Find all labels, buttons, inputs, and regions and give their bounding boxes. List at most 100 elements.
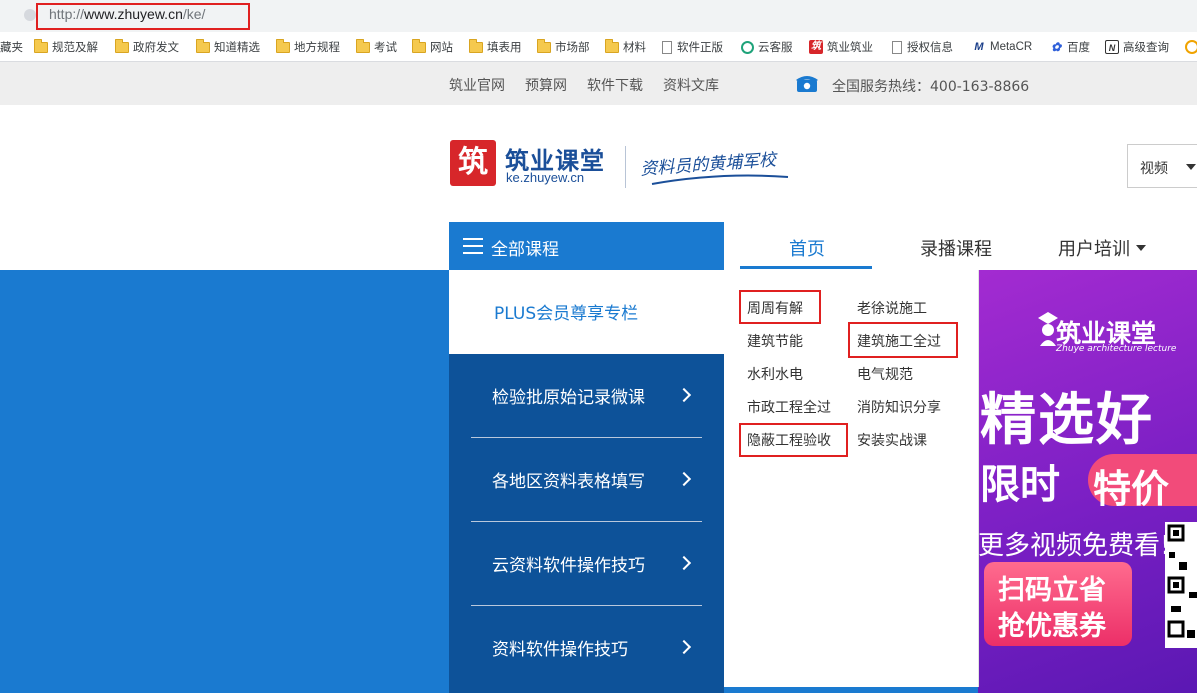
nav-link-download[interactable]: 软件下载 (587, 75, 643, 95)
top-navbar: 筑业官网 预算网 软件下载 资料文库 全国服务热线：400-163-8866 (0, 62, 1197, 105)
bookmark-item[interactable]: 筑筑业筑业 (809, 39, 873, 55)
category-item-label: 各地区资料表格填写 (492, 472, 645, 492)
nav-link-budget[interactable]: 预算网 (525, 75, 567, 95)
bookmark-item[interactable] (1185, 39, 1197, 55)
bookmark-item[interactable]: 云客服 (741, 39, 793, 55)
chevron-right-icon (676, 471, 692, 487)
site-logo-mark[interactable]: 筑 (450, 140, 496, 186)
nav-link-library[interactable]: 资料文库 (663, 75, 719, 95)
folder-icon (356, 38, 370, 53)
query-icon: N (1105, 40, 1119, 54)
url-path: /ke/ (182, 6, 206, 22)
search-type-select[interactable]: 视频 (1127, 144, 1197, 188)
folder-icon (412, 38, 426, 53)
submenu-item[interactable]: 水利水电 (747, 364, 803, 384)
phone-icon (796, 76, 818, 92)
submenu-item[interactable]: 电气规范 (857, 364, 913, 384)
bookmark-item[interactable]: 知道精选 (196, 38, 260, 55)
service-hotline: 全国服务热线：400-163-8866 (832, 79, 1030, 95)
category-list: PLUS会员尊享专栏 检验批原始记录微课 各地区资料表格填写 云资料软件操作技巧… (449, 270, 724, 693)
zhuye-icon: 筑 (809, 40, 823, 54)
folder-icon (537, 38, 551, 53)
ad-coupon-button[interactable]: 扫码立省 抢优惠券 (984, 562, 1132, 646)
tab-recorded-courses[interactable]: 录播课程 (920, 235, 992, 261)
ad-headline: 精选好 (980, 388, 1154, 453)
category-item[interactable]: 云资料软件操作技巧 (471, 522, 702, 606)
category-item[interactable]: 各地区资料表格填写 (471, 438, 702, 522)
chevron-down-icon (1186, 164, 1196, 170)
chrome-icon (1185, 40, 1197, 54)
bookmark-item[interactable]: 软件正版 (662, 39, 723, 55)
folder-icon (196, 38, 210, 53)
all-courses-header[interactable]: 全部课程 (449, 222, 724, 270)
folder-icon (34, 38, 48, 53)
bookmark-item[interactable]: 网站 (412, 38, 453, 55)
bookmark-item[interactable]: 政府发文 (115, 38, 179, 55)
site-logo-domain: ke.zhuyew.cn (506, 170, 585, 185)
folder-icon (276, 38, 290, 53)
bookmark-item[interactable]: 授权信息 (892, 39, 953, 55)
submenu-item[interactable]: 安装实战课 (857, 430, 927, 450)
chevron-right-icon (676, 387, 692, 403)
category-item-label: 资料软件操作技巧 (492, 640, 628, 660)
search-type-value: 视频 (1140, 161, 1168, 177)
course-submenu: 周周有解 建筑节能 水利水电 市政工程全过 隐蔽工程验收 老徐说施工 建筑施工全… (724, 270, 979, 687)
slogan-swoosh (651, 174, 789, 185)
page-icon (662, 40, 672, 54)
category-plus-label: PLUS会员尊享专栏 (494, 304, 639, 324)
ad-headline-price: 特价 (1093, 467, 1170, 511)
bookmark-item[interactable]: M MetaCR (972, 39, 1032, 55)
submenu-item[interactable]: 市政工程全过 (747, 397, 835, 417)
tab-home[interactable]: 首页 (789, 235, 825, 261)
menu-icon (463, 238, 483, 254)
qr-code-icon (1165, 522, 1197, 648)
bookmark-item[interactable]: 填表用 (469, 38, 522, 55)
graduation-cap-icon (1038, 312, 1058, 346)
baidu-icon: ✿ (1049, 40, 1063, 54)
bookmark-item[interactable]: 考试 (356, 38, 397, 55)
submenu-item[interactable]: 消防知识分享 (857, 397, 941, 417)
url-text[interactable]: http://www.zhuyew.cn/ke/ (49, 6, 205, 22)
bookmark-item[interactable]: N 高级查询 (1105, 39, 1169, 55)
logo-divider (625, 146, 626, 188)
ad-brand-sub: Zhuye architecture lecture (1056, 344, 1177, 354)
submenu-item[interactable]: 隐蔽工程验收 (747, 430, 835, 450)
folder-icon (469, 38, 483, 53)
category-item[interactable]: 资料软件操作技巧 (471, 606, 702, 690)
category-item[interactable]: 检验批原始记录微课 (471, 354, 702, 438)
category-item-label: 云资料软件操作技巧 (492, 556, 645, 576)
ad-headline-limited: 限时 (980, 462, 1060, 508)
page-icon (892, 40, 902, 54)
category-item-label: 检验批原始记录微课 (492, 388, 645, 408)
url-scheme: http:// (49, 6, 85, 22)
bookmark-item[interactable]: 市场部 (537, 38, 590, 55)
submenu-item[interactable]: 老徐说施工 (857, 298, 927, 318)
submenu-item[interactable]: 建筑节能 (747, 331, 803, 351)
submenu-item[interactable]: 周周有解 (747, 298, 803, 318)
metacr-icon: M (972, 40, 986, 54)
caret-down-icon (1136, 245, 1146, 251)
chevron-right-icon (676, 639, 692, 655)
site-info-icon[interactable] (24, 9, 36, 21)
tab-active-indicator (740, 266, 872, 269)
url-host: www.zhuyew.cn (84, 6, 183, 22)
submenu-item[interactable]: 建筑施工全过 (857, 331, 945, 351)
address-bar[interactable]: http://www.zhuyew.cn/ke/ (0, 0, 1197, 32)
chevron-right-icon (676, 555, 692, 571)
bookmark-item[interactable]: 规范及解 (34, 38, 98, 55)
bookmarks-bar: 藏夹 规范及解 政府发文 知道精选 地方规程 考试 网站 填表用 市场部 材料 … (0, 32, 1197, 62)
bookmark-item[interactable]: 地方规程 (276, 38, 340, 55)
nav-link-official[interactable]: 筑业官网 (449, 75, 505, 95)
ad-coupon-line1: 扫码立省 (998, 575, 1106, 606)
folder-icon (605, 38, 619, 53)
tab-user-training-label: 用户培训 (1058, 239, 1130, 260)
category-plus-member[interactable]: PLUS会员尊享专栏 (449, 270, 724, 354)
cloud-service-icon (741, 40, 754, 54)
promo-ad[interactable]: 筑业课堂 Zhuye architecture lecture 精选好 限时 特… (978, 270, 1197, 693)
ad-free-text: 更多视频免费看! (978, 531, 1171, 561)
folder-icon (115, 38, 129, 53)
tab-user-training[interactable]: 用户培训 (1058, 235, 1146, 261)
bookmark-item[interactable]: ✿ 百度 (1049, 39, 1090, 55)
bookmark-item[interactable]: 藏夹 (0, 39, 23, 55)
bookmark-item[interactable]: 材料 (605, 38, 646, 55)
